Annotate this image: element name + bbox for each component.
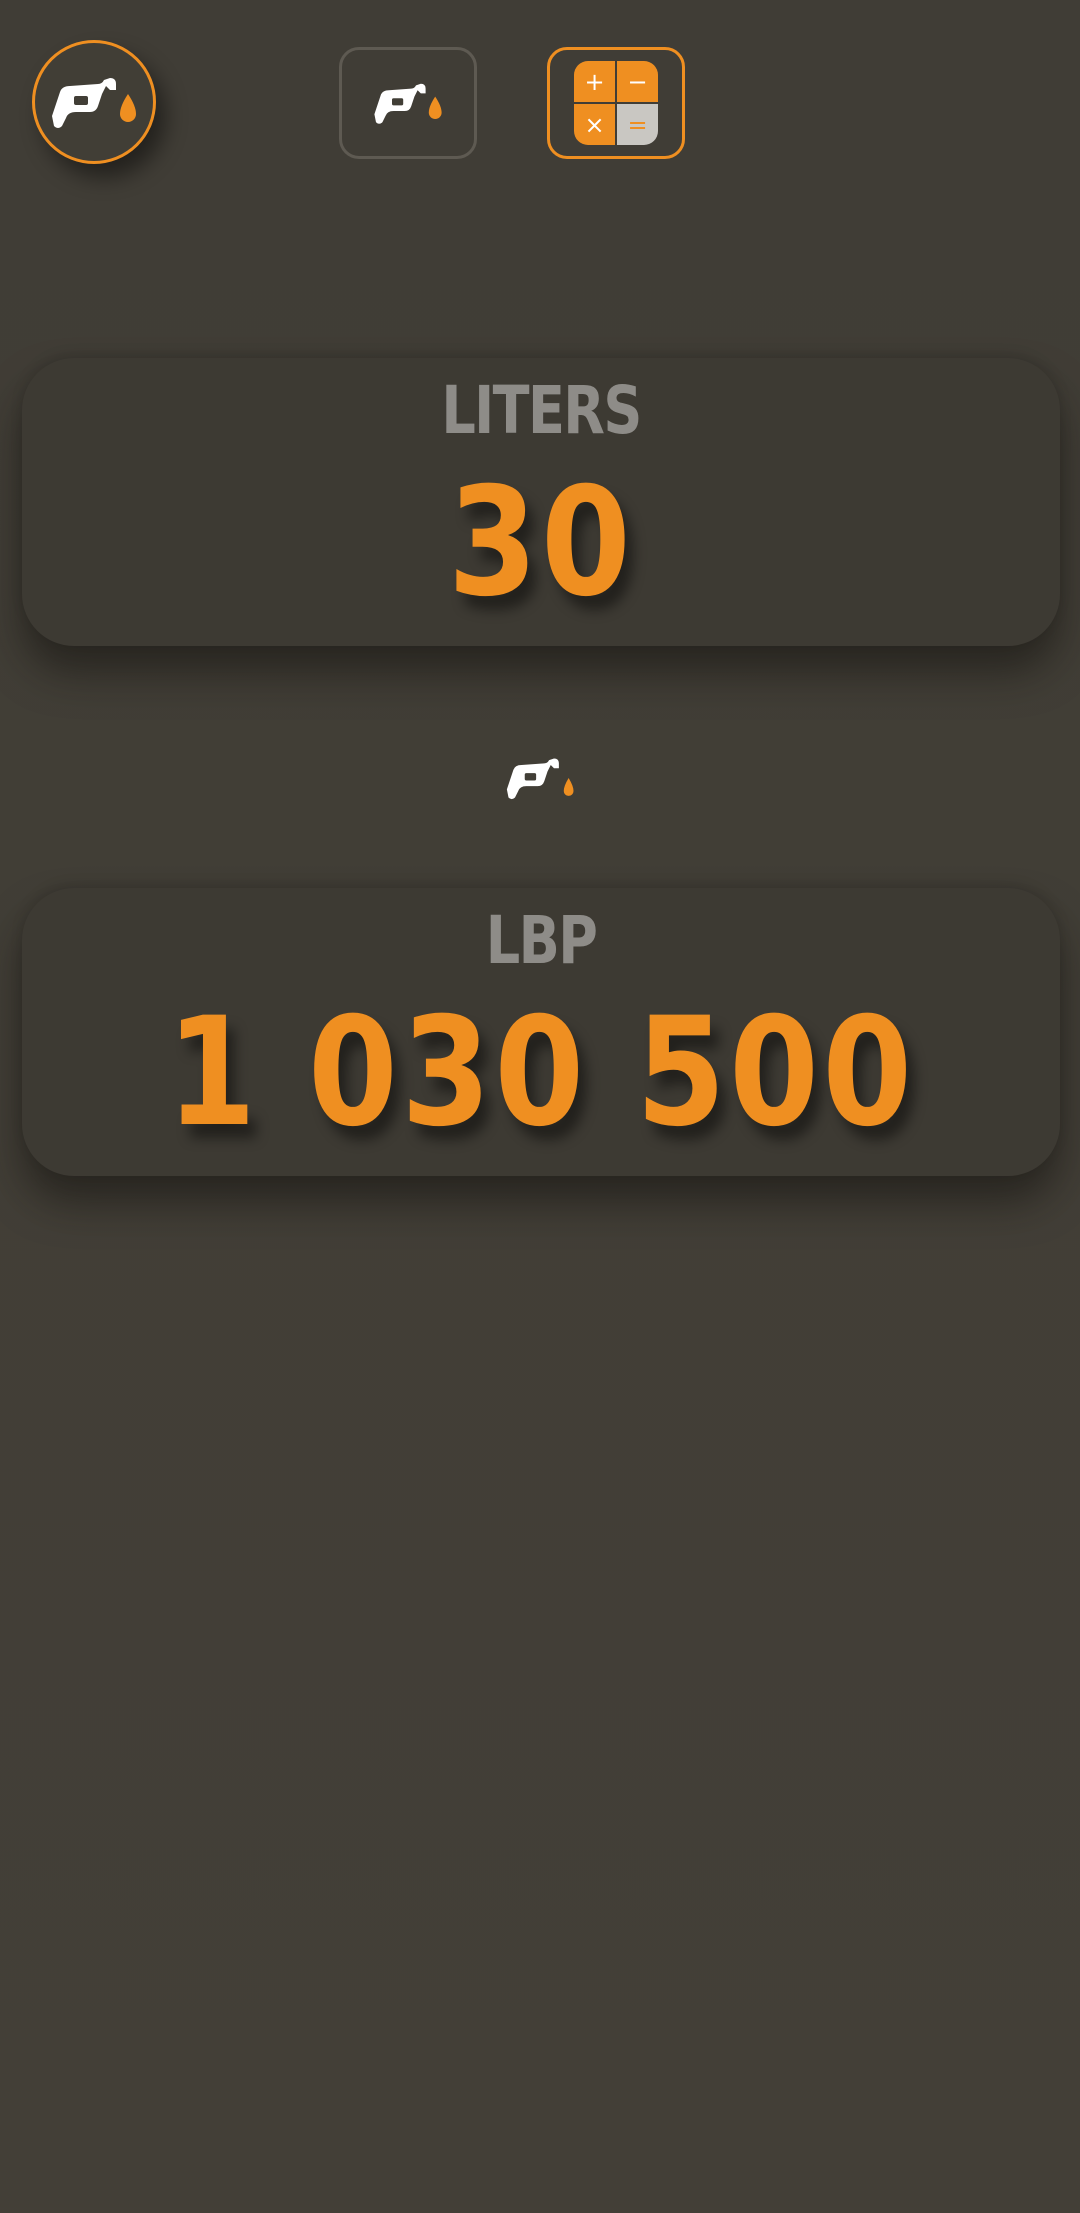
liters-label: LITERS xyxy=(441,372,642,449)
fuel-nozzle-drop-icon xyxy=(52,78,136,128)
fuel-mode-button[interactable] xyxy=(339,47,477,159)
app-logo xyxy=(32,40,156,164)
lbp-value[interactable]: 1 030 500 xyxy=(95,998,988,1148)
lbp-label: LBP xyxy=(485,902,598,979)
equals-symbol: = xyxy=(617,104,658,145)
liters-value[interactable]: 30 xyxy=(95,468,988,618)
times-symbol: × xyxy=(574,104,615,145)
minus-symbol: − xyxy=(617,61,658,102)
plus-symbol: + xyxy=(574,61,615,102)
separator-icon-wrapper xyxy=(502,752,580,804)
calculator-mode-button[interactable]: + − × = xyxy=(547,47,685,159)
fuel-nozzle-drop-icon xyxy=(506,758,574,800)
calculator-icon: + − × = xyxy=(574,61,658,145)
fuel-nozzle-drop-icon xyxy=(374,83,442,124)
liters-card[interactable]: LITERS 30 xyxy=(22,358,1060,646)
lbp-card[interactable]: LBP 1 030 500 xyxy=(22,888,1060,1176)
app-screen: + − × = LITERS 30 LBP 1 030 500 xyxy=(0,0,1080,2213)
